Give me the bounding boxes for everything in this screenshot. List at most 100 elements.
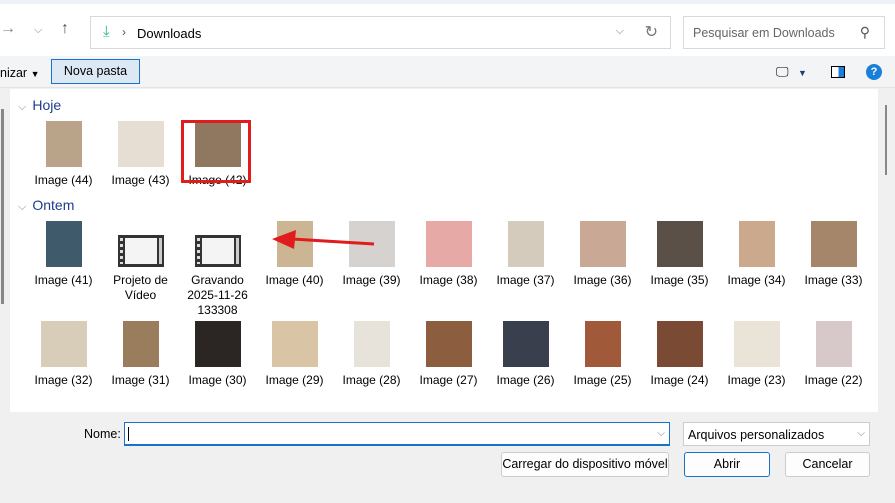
group-header-yesterday[interactable]: ⌵ Ontem bbox=[18, 197, 74, 214]
scrollbar-thumb[interactable] bbox=[885, 105, 887, 175]
image-thumbnail bbox=[425, 321, 472, 367]
file-list: ⌵ Hoje ⌵ Ontem Image (44) Image (43) Image (… bbox=[10, 89, 878, 412]
file-name-label: Image (41) bbox=[34, 273, 93, 287]
collapse-chevron-icon: ⌵ bbox=[18, 201, 27, 213]
image-file-item[interactable]: Image (32) bbox=[25, 321, 102, 388]
image-file-item[interactable]: Image (28) bbox=[333, 321, 410, 388]
image-thumbnail bbox=[271, 321, 318, 367]
file-name-label: Image (26) bbox=[496, 373, 555, 387]
video-file-item[interactable]: Gravando 2025-11-26 133308 bbox=[179, 221, 256, 318]
up-arrow-icon[interactable]: ↑ bbox=[61, 20, 69, 38]
image-thumbnail bbox=[117, 121, 164, 167]
search-placeholder: Pesquisar em Downloads bbox=[693, 26, 835, 40]
image-thumbnail bbox=[45, 121, 82, 167]
address-dropdown-icon[interactable]: ⌵ bbox=[616, 25, 624, 38]
image-file-item[interactable]: Image (30) bbox=[179, 321, 256, 388]
image-thumbnail bbox=[584, 321, 621, 367]
image-thumbnail bbox=[810, 221, 857, 267]
image-file-item[interactable]: Image (41) bbox=[25, 221, 102, 288]
image-file-item[interactable]: Image (31) bbox=[102, 321, 179, 388]
image-thumbnail bbox=[579, 221, 626, 267]
file-name-label: Image (35) bbox=[650, 273, 709, 287]
text-caret bbox=[128, 427, 129, 441]
file-type-dropdown-icon: ⌵ bbox=[857, 428, 865, 439]
file-name-dropdown-icon[interactable]: ⌵ bbox=[657, 428, 665, 439]
collapse-chevron-icon: ⌵ bbox=[18, 101, 27, 113]
image-thumbnail bbox=[507, 221, 544, 267]
image-thumbnail bbox=[733, 321, 780, 367]
file-name-label: Image (37) bbox=[496, 273, 555, 287]
file-type-value: Arquivos personalizados bbox=[688, 428, 825, 442]
image-file-item[interactable]: Image (25) bbox=[564, 321, 641, 388]
view-options-icon[interactable]: 🖵 bbox=[776, 64, 789, 80]
image-file-item[interactable]: Image (38) bbox=[410, 221, 487, 288]
image-thumbnail bbox=[40, 321, 87, 367]
image-file-item[interactable]: Image (44) bbox=[25, 121, 102, 188]
image-file-item[interactable]: Image (33) bbox=[795, 221, 872, 288]
image-thumbnail bbox=[194, 321, 241, 367]
navigation-pane-scrollbar[interactable] bbox=[1, 109, 4, 304]
breadcrumb-chevron-icon: › bbox=[122, 25, 126, 39]
recent-locations-chevron-icon[interactable]: ⌵ bbox=[34, 24, 42, 37]
file-name-label: Image (29) bbox=[265, 373, 324, 387]
image-file-item[interactable]: Image (34) bbox=[718, 221, 795, 288]
search-icon[interactable]: ⚲ bbox=[860, 24, 870, 41]
image-file-item[interactable]: Image (27) bbox=[410, 321, 487, 388]
organize-menu[interactable]: nizar ▼ bbox=[0, 66, 40, 80]
help-icon[interactable]: ? bbox=[866, 64, 882, 80]
toolbar: nizar ▼ Nova pasta 🖵 ▼ bbox=[0, 56, 895, 88]
file-name-label: Image (40) bbox=[265, 273, 324, 287]
file-name-label: Image (32) bbox=[34, 373, 93, 387]
file-name-label: Image (25) bbox=[573, 373, 632, 387]
image-thumbnail bbox=[815, 321, 852, 367]
file-name-label: Gravando 2025-11-26 133308 bbox=[187, 273, 248, 317]
file-name-label: Image (31) bbox=[111, 373, 170, 387]
image-file-item[interactable]: Image (29) bbox=[256, 321, 333, 388]
image-thumbnail bbox=[656, 221, 703, 267]
file-name-label: Image (24) bbox=[650, 373, 709, 387]
address-bar[interactable]: ⤓ › Downloads ⌵ ↻ bbox=[90, 16, 671, 49]
image-file-item[interactable]: Image (35) bbox=[641, 221, 718, 288]
image-thumbnail bbox=[122, 321, 159, 367]
new-folder-button[interactable]: Nova pasta bbox=[51, 59, 140, 84]
file-name-label: Image (23) bbox=[727, 373, 786, 387]
annotation-arrow-icon bbox=[272, 230, 375, 249]
image-file-item[interactable]: Image (36) bbox=[564, 221, 641, 288]
vertical-scrollbar[interactable] bbox=[878, 89, 895, 412]
dropdown-caret-icon: ▼ bbox=[30, 69, 40, 79]
image-thumbnail bbox=[738, 221, 775, 267]
video-thumbnail-icon bbox=[194, 235, 241, 267]
navigation-bar: → ⌵ ↑ ⤓ › Downloads ⌵ ↻ Pesquisar em Dow… bbox=[0, 0, 895, 56]
organize-label: nizar bbox=[0, 66, 28, 80]
group-label: Ontem bbox=[32, 197, 75, 213]
refresh-icon[interactable]: ↻ bbox=[645, 22, 658, 42]
image-thumbnail bbox=[425, 221, 472, 267]
video-file-item[interactable]: Projeto de Vídeo bbox=[102, 221, 179, 303]
file-type-select[interactable]: Arquivos personalizados ⌵ bbox=[683, 422, 870, 446]
upload-from-mobile-button[interactable]: Carregar do dispositivo móvel bbox=[501, 452, 669, 477]
image-file-item[interactable]: Image (23) bbox=[718, 321, 795, 388]
file-name-label: Image (39) bbox=[342, 273, 401, 287]
file-name-input[interactable]: ⌵ bbox=[124, 422, 670, 446]
image-file-item[interactable]: Image (43) bbox=[102, 121, 179, 188]
file-name-label: Image (36) bbox=[573, 273, 632, 287]
image-file-item[interactable]: Image (26) bbox=[487, 321, 564, 388]
preview-pane-icon[interactable] bbox=[831, 66, 845, 78]
highlight-box bbox=[181, 120, 251, 183]
file-name-label: Image (44) bbox=[34, 173, 93, 187]
image-thumbnail bbox=[353, 321, 390, 367]
group-label: Hoje bbox=[32, 97, 62, 113]
image-file-item[interactable]: Image (22) bbox=[795, 321, 872, 388]
search-input[interactable]: Pesquisar em Downloads ⚲ bbox=[683, 16, 885, 49]
open-button[interactable]: Abrir bbox=[684, 452, 770, 477]
image-file-item[interactable]: Image (24) bbox=[641, 321, 718, 388]
forward-icon[interactable]: → bbox=[0, 20, 16, 38]
group-header-today[interactable]: ⌵ Hoje bbox=[18, 97, 61, 114]
view-dropdown-icon[interactable]: ▼ bbox=[798, 68, 807, 78]
breadcrumb-downloads[interactable]: Downloads bbox=[137, 26, 201, 41]
cancel-button[interactable]: Cancelar bbox=[785, 452, 870, 477]
image-thumbnail bbox=[656, 321, 703, 367]
file-name-label: Image (43) bbox=[111, 173, 170, 187]
image-file-item[interactable]: Image (37) bbox=[487, 221, 564, 288]
file-name-label: Image (38) bbox=[419, 273, 478, 287]
